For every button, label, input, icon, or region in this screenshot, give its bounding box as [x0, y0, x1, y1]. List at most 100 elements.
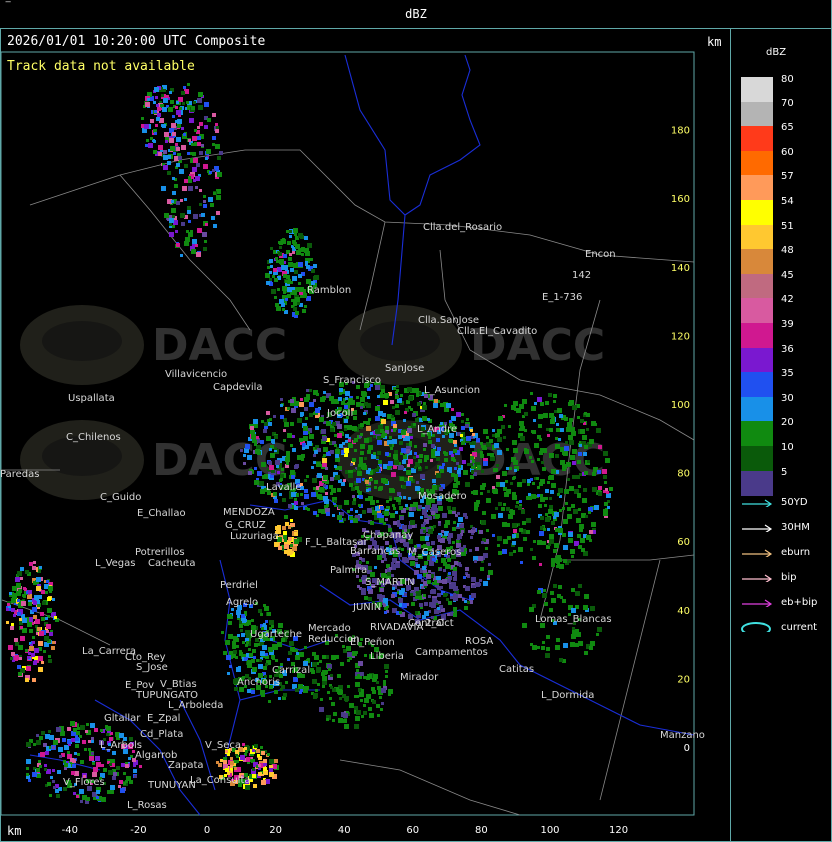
echo-pixel	[380, 588, 384, 592]
echo-pixel	[353, 498, 356, 501]
echo-pixel	[359, 461, 363, 465]
echo-pixel	[37, 627, 41, 631]
echo-pixel	[46, 630, 49, 633]
echo-pixel	[466, 418, 469, 421]
echo-pixel	[374, 480, 378, 484]
echo-pixel	[448, 572, 451, 575]
echo-pixel	[448, 510, 452, 514]
echo-pixel	[184, 164, 188, 168]
echo-pixel	[334, 444, 337, 447]
echo-pixel	[406, 481, 411, 486]
echo-pixel	[453, 521, 456, 524]
echo-pixel	[556, 428, 560, 432]
echo-pixel	[320, 397, 325, 402]
echo-pixel	[354, 724, 359, 729]
echo-pixel	[383, 683, 386, 686]
echo-pixel	[32, 772, 37, 777]
echo-pixel	[502, 522, 507, 527]
echo-pixel	[355, 682, 360, 687]
echo-pixel	[290, 519, 293, 522]
echo-pixel	[280, 688, 283, 691]
echo-pixel	[384, 511, 389, 516]
echo-pixel	[548, 476, 552, 480]
place-label: Luzuriaga	[230, 531, 279, 542]
echo-pixel	[390, 447, 393, 450]
echo-pixel	[486, 436, 489, 439]
place-label: Chapanay	[363, 530, 413, 541]
echo-pixel	[269, 448, 272, 451]
echo-pixel	[319, 496, 323, 500]
echo-pixel	[176, 201, 180, 205]
echo-pixel	[201, 144, 204, 147]
echo-pixel	[11, 652, 15, 656]
echo-pixel	[338, 466, 342, 470]
echo-pixel	[330, 686, 333, 689]
echo-pixel	[337, 689, 342, 694]
echo-pixel	[571, 431, 576, 436]
echo-pixel	[391, 415, 394, 418]
echo-pixel	[392, 439, 397, 444]
echo-pixel	[75, 737, 79, 741]
echo-pixel	[381, 560, 384, 563]
echo-pixel	[305, 507, 308, 510]
echo-pixel	[197, 228, 202, 233]
echo-pixel	[54, 616, 57, 619]
echo-pixel	[557, 594, 561, 598]
echo-pixel	[243, 462, 246, 465]
echo-pixel	[487, 575, 490, 578]
place-label: Palmira	[330, 565, 367, 576]
echo-pixel	[76, 795, 79, 798]
echo-pixel	[106, 733, 109, 736]
echo-pixel	[163, 150, 167, 154]
echo-pixel	[449, 439, 453, 443]
echo-pixel	[286, 451, 290, 455]
echo-pixel	[199, 151, 203, 155]
echo-pixel	[448, 601, 452, 605]
echo-pixel	[23, 595, 26, 598]
echo-pixel	[387, 572, 391, 576]
echo-pixel	[577, 493, 581, 497]
echo-pixel	[571, 427, 575, 431]
echo-pixel	[404, 411, 407, 414]
echo-pixel	[27, 656, 30, 659]
echo-pixel	[299, 402, 304, 407]
echo-pixel	[284, 544, 289, 549]
echo-pixel	[497, 536, 502, 541]
echo-pixel	[289, 641, 294, 646]
echo-pixel	[288, 262, 293, 267]
echo-pixel	[263, 429, 267, 433]
echo-pixel	[567, 514, 572, 519]
echo-pixel	[373, 674, 378, 679]
echo-pixel	[21, 601, 26, 606]
echo-pixel	[423, 522, 426, 525]
echo-pixel	[407, 428, 412, 433]
echo-pixel	[395, 563, 400, 568]
echo-pixel	[10, 657, 13, 660]
echo-pixel	[575, 643, 579, 647]
echo-pixel	[38, 641, 43, 646]
echo-pixel	[225, 768, 229, 772]
echo-pixel	[304, 494, 309, 499]
echo-pixel	[289, 235, 292, 238]
echo-pixel	[536, 477, 539, 480]
echo-pixel	[48, 655, 51, 658]
echo-pixel	[165, 140, 168, 143]
radar-map[interactable]: DACC DACCDACC DACC Clla.del_RosarioEncon14…	[0, 0, 730, 842]
echo-pixel	[376, 456, 379, 459]
echo-pixel	[373, 452, 376, 455]
echo-pixel	[298, 282, 301, 285]
echo-pixel	[121, 763, 125, 767]
echo-pixel	[368, 445, 373, 450]
echo-pixel	[36, 734, 39, 737]
echo-pixel	[545, 497, 548, 500]
echo-pixel	[321, 429, 326, 434]
place-label: Clla.del_Rosario	[423, 222, 502, 233]
echo-pixel	[518, 547, 523, 552]
echo-pixel	[448, 533, 453, 538]
echo-pixel	[183, 133, 186, 136]
echo-pixel	[369, 713, 374, 718]
echo-pixel	[167, 171, 171, 175]
echo-pixel	[155, 124, 158, 127]
echo-pixel	[368, 418, 371, 421]
echo-pixel	[543, 589, 546, 592]
